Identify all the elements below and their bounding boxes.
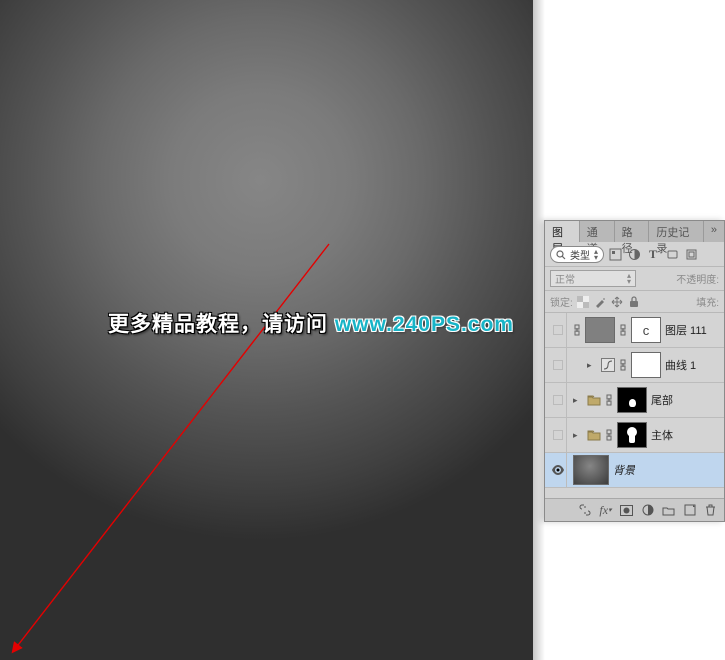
- link-icon: [619, 324, 627, 336]
- lock-transparent-icon[interactable]: [576, 295, 590, 309]
- watermark-text-url: www.240PS.com: [335, 313, 514, 336]
- tab-paths[interactable]: 路径: [615, 221, 650, 242]
- filter-smart-icon[interactable]: [683, 247, 699, 263]
- disclosure-icon[interactable]: ▸: [573, 395, 583, 406]
- mask-shape: [629, 399, 636, 407]
- disclosure-icon[interactable]: ▸: [573, 430, 583, 441]
- layer-thumb: [573, 455, 609, 485]
- blend-mode-value: 正常: [555, 271, 575, 286]
- visibility-off-icon: [553, 395, 563, 405]
- layer-row[interactable]: ▸ 曲线 1: [545, 348, 724, 383]
- layer-style-icon[interactable]: fx▾: [598, 503, 613, 518]
- layer-name: 曲线 1: [665, 357, 696, 373]
- layer-name: 尾部: [651, 392, 673, 408]
- link-icon: [605, 429, 613, 441]
- layer-mask-thumb: c: [631, 317, 661, 343]
- layer-mask-thumb: [617, 387, 647, 413]
- lock-row: 锁定: 填充:: [545, 291, 724, 313]
- panel-tabs: 图层 通道 路径 历史记录 »: [545, 221, 724, 242]
- watermark: 更多精品教程，请访问 www.240PS.com: [108, 308, 514, 338]
- blend-mode-row: 正常 ▴▾ 不透明度:: [545, 267, 724, 291]
- watermark-text-cn: 更多精品教程，请访问: [108, 313, 335, 336]
- lock-all-icon[interactable]: [627, 295, 641, 309]
- lock-position-icon[interactable]: [610, 295, 624, 309]
- delete-layer-icon[interactable]: [703, 503, 718, 518]
- tab-channels[interactable]: 通道: [580, 221, 615, 242]
- curves-icon: [601, 358, 615, 372]
- dropdown-arrows-icon: ▴▾: [627, 273, 631, 285]
- layer-thumb: [585, 317, 615, 343]
- lock-pixels-icon[interactable]: [593, 295, 607, 309]
- layer-row[interactable]: 背景: [545, 453, 724, 488]
- layers-panel: 图层 通道 路径 历史记录 » 类型 ▴▾ T 正常 ▴▾ 不透明度: 锁定: …: [544, 220, 725, 522]
- blend-mode-select[interactable]: 正常 ▴▾: [550, 270, 636, 287]
- layer-row[interactable]: c 图层 111: [545, 313, 724, 348]
- layer-mask-thumb: [617, 422, 647, 448]
- dropdown-arrows-icon: ▴▾: [594, 249, 598, 261]
- link-icon: [619, 359, 627, 371]
- layer-visibility-toggle[interactable]: [549, 383, 567, 417]
- folder-icon: [587, 394, 601, 406]
- filter-pixel-icon[interactable]: [607, 247, 623, 263]
- layer-row[interactable]: ▸ 主体: [545, 418, 724, 453]
- visibility-off-icon: [553, 430, 563, 440]
- link-layers-icon[interactable]: [577, 503, 592, 518]
- disclosure-icon[interactable]: ▸: [587, 360, 597, 371]
- folder-icon: [587, 429, 601, 441]
- mask-shape: [627, 427, 637, 443]
- tab-history[interactable]: 历史记录: [649, 221, 704, 242]
- layer-visibility-toggle[interactable]: [549, 418, 567, 452]
- opacity-label: 不透明度:: [676, 271, 719, 286]
- layers-list: c 图层 111 ▸ 曲线 1 ▸ 尾部 ▸ 主体: [545, 313, 724, 498]
- link-icon: [573, 324, 581, 336]
- link-icon: [605, 394, 613, 406]
- filter-adjustment-icon[interactable]: [626, 247, 642, 263]
- tab-overflow[interactable]: »: [704, 221, 724, 242]
- visibility-off-icon: [553, 325, 563, 335]
- layer-name: 图层 111: [665, 322, 707, 338]
- new-layer-icon[interactable]: [682, 503, 697, 518]
- layer-mask-thumb: [631, 352, 661, 378]
- filter-type-icon[interactable]: T: [645, 247, 661, 263]
- layer-filter-row: 类型 ▴▾ T: [545, 242, 724, 267]
- search-icon: [556, 250, 566, 260]
- layer-row[interactable]: ▸ 尾部: [545, 383, 724, 418]
- kind-filter-label: 类型: [570, 247, 590, 262]
- fill-label: 填充:: [696, 294, 719, 309]
- visibility-off-icon: [553, 360, 563, 370]
- layer-name: 背景: [613, 462, 635, 478]
- layer-name: 主体: [651, 427, 673, 443]
- layer-visibility-toggle[interactable]: [549, 453, 567, 487]
- new-group-icon[interactable]: [661, 503, 676, 518]
- add-mask-icon[interactable]: [619, 503, 634, 518]
- eye-icon: [551, 465, 565, 475]
- panel-footer: fx▾: [545, 498, 724, 521]
- layer-visibility-toggle[interactable]: [549, 313, 567, 347]
- filter-shape-icon[interactable]: [664, 247, 680, 263]
- lock-label: 锁定:: [550, 294, 573, 309]
- layer-visibility-toggle[interactable]: [549, 348, 567, 382]
- tab-layers[interactable]: 图层: [545, 221, 580, 242]
- adjustment-layer-icon[interactable]: [640, 503, 655, 518]
- layer-kind-filter[interactable]: 类型 ▴▾: [550, 246, 604, 263]
